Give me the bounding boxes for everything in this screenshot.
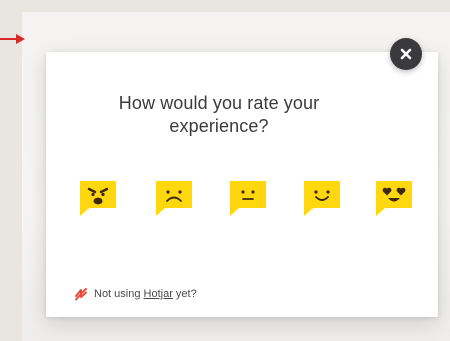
- hotjar-logo-icon: [75, 288, 87, 301]
- sad-face-icon: [156, 181, 192, 216]
- footer-prefix: Not using: [94, 288, 144, 300]
- rating-option-3[interactable]: [228, 178, 268, 218]
- close-icon: [400, 48, 412, 60]
- rating-option-1[interactable]: [78, 178, 118, 218]
- rating-option-2[interactable]: [154, 178, 194, 218]
- happy-face-icon: [304, 181, 340, 216]
- footer-suffix: yet?: [172, 288, 197, 300]
- neutral-face-icon: [230, 181, 266, 216]
- close-button[interactable]: [390, 38, 422, 70]
- heart-eyes-face-icon: [376, 181, 412, 216]
- rating-option-5[interactable]: [374, 178, 414, 218]
- rating-option-4[interactable]: [302, 178, 342, 218]
- rating-options: [78, 178, 428, 218]
- pointer-arrow-icon: [0, 34, 25, 44]
- angry-face-icon: [80, 181, 116, 216]
- hotjar-footer: Not using Hotjar yet?: [74, 286, 197, 302]
- hotjar-link[interactable]: Hotjar: [144, 288, 173, 300]
- survey-question: How would you rate your experience?: [46, 92, 392, 138]
- survey-question-line-2: experience?: [169, 116, 269, 136]
- survey-question-line-1: How would you rate your: [118, 93, 320, 113]
